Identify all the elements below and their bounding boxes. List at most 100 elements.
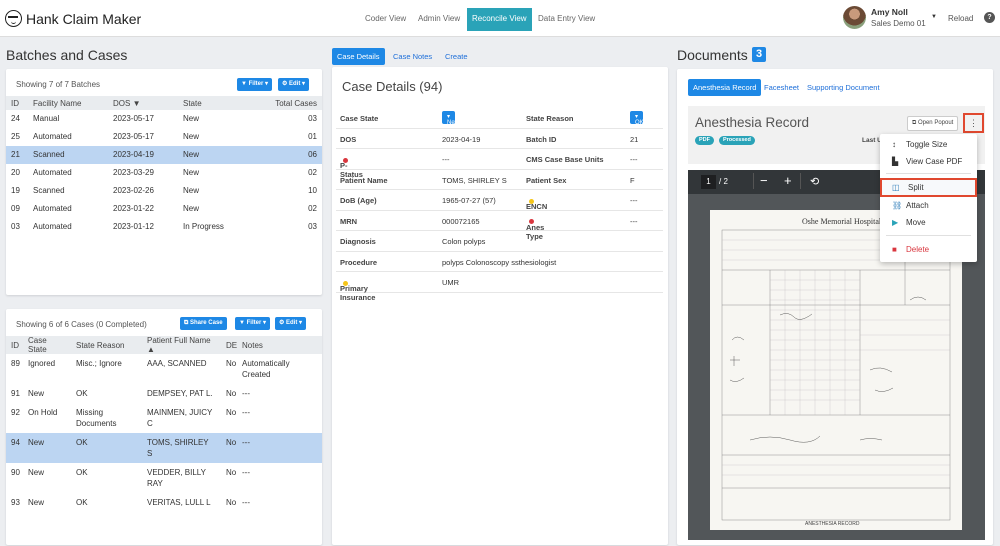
- share-case-button[interactable]: ⧉ Share Case: [180, 317, 227, 330]
- doc-tab-facesheet[interactable]: Facesheet: [764, 83, 799, 92]
- dob-label: DoB (Age): [340, 196, 377, 205]
- case-row[interactable]: 93 New OK VERITAS, LULL L No ---: [6, 493, 322, 512]
- cell: No: [226, 389, 237, 398]
- cases-filter-button[interactable]: ▼ Filter ▾: [235, 317, 270, 330]
- batch-row[interactable]: 20 Automated 2023-03-29 New 02: [6, 164, 322, 182]
- cell: 91: [11, 389, 20, 398]
- doc-tab-anesthesia[interactable]: Anesthesia Record: [688, 79, 762, 96]
- batch-row[interactable]: 24 Manual 2023-05-17 New 03: [6, 110, 322, 128]
- cell: OK: [76, 389, 88, 398]
- cell: 20: [11, 168, 20, 177]
- menu-divider: [886, 173, 971, 174]
- col-state[interactable]: State: [178, 96, 248, 110]
- menu-move[interactable]: ▶ Move: [880, 213, 977, 232]
- cell: New: [183, 114, 200, 123]
- case-row[interactable]: 91 New OK DEMPSEY, PAT L. No ---: [6, 384, 322, 403]
- cell: 94: [6, 433, 23, 463]
- cell: No: [226, 408, 237, 417]
- documents-count-badge: 3: [752, 47, 766, 62]
- doc-tab-supporting[interactable]: Supporting Document: [807, 83, 880, 92]
- open-popout-button[interactable]: ⧉ Open Popout: [907, 116, 959, 131]
- nav-reconcile-view[interactable]: Reconcile View: [467, 8, 532, 31]
- help-icon[interactable]: ?: [984, 12, 995, 23]
- menu-view-case-pdf[interactable]: ▙ View Case PDF: [880, 152, 977, 171]
- file-pdf-icon: ▙: [892, 157, 899, 166]
- cell: 2023-01-22: [113, 204, 154, 213]
- row-dob: DoB (Age) 1965-07-27 (57) ENCN ---: [336, 190, 663, 211]
- menu-split[interactable]: ◫ Split: [880, 178, 977, 197]
- col-total-cases[interactable]: Total Cases: [248, 96, 322, 110]
- patient-name-value: TOMS, SHIRLEY S: [442, 175, 507, 185]
- cell: 01: [308, 132, 317, 141]
- reload-button[interactable]: Reload: [948, 14, 973, 23]
- document-actions-kebab-icon[interactable]: ⋮: [963, 113, 984, 133]
- batches-filter-button[interactable]: ▼ Filter ▾: [237, 78, 272, 91]
- case-row-selected[interactable]: 94 New OK TOMS, SHIRLEY S No ---: [6, 433, 322, 463]
- batch-row-selected[interactable]: 21 Scanned 2023-04-19 New 06: [6, 146, 322, 164]
- case-row[interactable]: 89 Ignored Misc.; Ignore AAA, SCANNED No Auto…: [6, 354, 322, 384]
- batch-row[interactable]: 19 Scanned 2023-02-26 New 10: [6, 182, 322, 200]
- cell: DEMPSEY, PAT L.: [147, 389, 213, 398]
- case-row[interactable]: 90 New OK VEDDER, BILLY RAY No ---: [6, 463, 322, 493]
- zoom-in-icon[interactable]: +: [784, 173, 792, 188]
- case-row[interactable]: 92 On Hold Missing Documents MAINMEN, JUICY…: [6, 403, 322, 433]
- col-de[interactable]: DE: [221, 336, 237, 354]
- user-menu-caret-icon[interactable]: ▼: [931, 14, 937, 20]
- anes-type-label: Anes Type: [526, 217, 544, 241]
- batch-row[interactable]: 25 Automated 2023-05-17 New 01: [6, 128, 322, 146]
- batch-id-label: Batch ID: [526, 134, 557, 144]
- batches-edit-button[interactable]: ⚙ Edit ▾: [278, 78, 310, 91]
- cell: No: [226, 359, 237, 368]
- pdf-page-input[interactable]: 1: [701, 175, 716, 189]
- col-facility[interactable]: Facility Name: [28, 96, 108, 110]
- cell: Automated: [33, 222, 72, 231]
- user-avatar[interactable]: [843, 6, 866, 29]
- menu-view-case-pdf-label: View Case PDF: [906, 157, 963, 166]
- pdf-page-total: / 2: [719, 177, 728, 186]
- menu-delete[interactable]: ■ Delete: [880, 240, 977, 259]
- col-state-reason[interactable]: State Reason: [71, 336, 142, 354]
- user-role[interactable]: Sales Demo 01: [871, 19, 926, 28]
- batches-header-row: ID Facility Name DOS ▼ State Total Cases: [6, 96, 322, 110]
- row-pstatus: P-Status --- CMS Case Base Units ---: [336, 149, 663, 179]
- procedure-label: Procedure: [340, 257, 378, 267]
- case-details-grid: Case State New ▾ State Reason OK ▾ DOS 2…: [336, 108, 663, 302]
- cases-filter-label: Filter: [246, 320, 262, 326]
- cms-label: CMS Case Base Units: [526, 155, 604, 164]
- row-mrn: MRN 000072165 Anes Type ---: [336, 211, 663, 241]
- batch-row[interactable]: 09 Automated 2023-01-22 New 02: [6, 200, 322, 218]
- document-title: Anesthesia Record: [695, 115, 810, 130]
- cell: Automated: [33, 204, 72, 213]
- anes-type-value: ---: [630, 216, 638, 226]
- nav-coder-view[interactable]: Coder View: [365, 14, 406, 23]
- col-case-state[interactable]: Case State: [23, 336, 71, 354]
- cases-edit-button[interactable]: ⚙ Edit ▾: [275, 317, 307, 330]
- user-name[interactable]: Amy Noll: [871, 7, 908, 17]
- pdf-divider: [800, 173, 801, 189]
- col-dos[interactable]: DOS ▼: [108, 96, 178, 110]
- col-id[interactable]: ID: [6, 336, 23, 354]
- rotate-icon[interactable]: ⟲: [810, 175, 819, 188]
- cases-header-row: ID Case State State Reason Patient Full …: [6, 336, 322, 354]
- cell: 89: [11, 359, 20, 368]
- col-id[interactable]: ID: [6, 96, 28, 110]
- nav-data-entry-view[interactable]: Data Entry View: [538, 14, 595, 23]
- zoom-out-icon[interactable]: −: [760, 173, 768, 188]
- top-navbar: Hank Claim Maker Coder View Admin View R…: [0, 0, 1000, 37]
- tab-case-details[interactable]: Case Details: [332, 48, 385, 65]
- trash-icon: ■: [892, 245, 897, 254]
- col-notes[interactable]: Notes: [237, 336, 322, 354]
- nav-admin-view[interactable]: Admin View: [418, 14, 460, 23]
- batch-row[interactable]: 03 Automated 2023-01-12 In Progress 03: [6, 218, 322, 236]
- col-patient-name[interactable]: Patient Full Name ▲: [142, 336, 221, 354]
- app-title: Hank Claim Maker: [26, 11, 142, 27]
- cell: MAINMEN, JUICY C: [147, 408, 213, 428]
- tab-case-notes[interactable]: Case Notes: [393, 52, 432, 61]
- open-popout-label: Open Popout: [917, 120, 954, 126]
- case-state-dropdown[interactable]: New ▾: [442, 111, 459, 126]
- cell: ---: [242, 468, 250, 477]
- tab-create[interactable]: Create: [445, 52, 468, 61]
- document-actions-menu: ↕ Toggle Size ▙ View Case PDF ◫ Split ⛓ Atta…: [880, 134, 977, 262]
- state-reason-dropdown[interactable]: OK ▾: [630, 111, 644, 126]
- cell: New: [183, 186, 200, 195]
